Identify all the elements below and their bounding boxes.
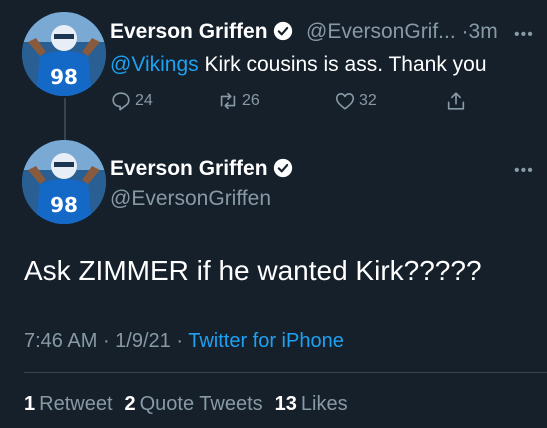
- retweet-icon: [220, 92, 236, 110]
- thread-line: [64, 98, 66, 142]
- timestamp-separator: ·: [461, 20, 469, 43]
- divider: [24, 372, 547, 373]
- main-author-handle[interactable]: @EversonGriffen: [110, 187, 271, 211]
- retweets-stat[interactable]: 1 Retweet: [24, 393, 113, 415]
- tweet-source-link[interactable]: Twitter for iPhone: [188, 330, 344, 352]
- tweet-meta: 7:46 AM · 1/9/21 · Twitter for iPhone: [24, 330, 344, 352]
- main-tweet-text: Ask ZIMMER if he wanted Kirk?????: [24, 255, 482, 286]
- main-author-name[interactable]: Everson Griffen: [110, 157, 293, 181]
- reply-tweet-text: @Vikings Kirk cousins is ass. Thank you: [110, 53, 487, 76]
- tweet-stats: 1 Retweet 2 Quote Tweets 13 Likes: [24, 393, 360, 416]
- reply-timestamp[interactable]: 3m: [469, 20, 498, 43]
- reply-icon: [112, 92, 130, 111]
- avatar[interactable]: 98: [22, 12, 106, 96]
- like-button[interactable]: 32: [334, 90, 377, 112]
- avatar-image: 98: [22, 12, 106, 96]
- avatar-image: 98: [22, 140, 106, 224]
- mention-link[interactable]: @Vikings: [110, 53, 199, 76]
- svg-text:98: 98: [50, 193, 78, 217]
- likes-stat[interactable]: 13 Likes: [275, 393, 348, 415]
- tweet-time[interactable]: 7:46 AM: [24, 330, 97, 352]
- verified-icon: [273, 158, 292, 178]
- more-icon[interactable]: •••: [514, 26, 534, 44]
- avatar[interactable]: 98: [22, 140, 106, 224]
- quote-tweets-stat[interactable]: 2 Quote Tweets: [125, 393, 263, 415]
- share-icon: [447, 92, 465, 110]
- reply-actions: 24 26 32: [110, 90, 470, 116]
- retweet-button[interactable]: 26: [217, 90, 260, 112]
- like-icon: [335, 93, 355, 110]
- reply-author-handle[interactable]: @EversonGrif... ·3m: [306, 20, 498, 44]
- tweet-date[interactable]: 1/9/21: [115, 330, 171, 352]
- verified-icon: [273, 21, 292, 41]
- more-icon[interactable]: •••: [514, 162, 534, 180]
- share-button[interactable]: [445, 90, 470, 112]
- svg-text:98: 98: [50, 65, 78, 89]
- reply-author-name[interactable]: Everson Griffen: [110, 20, 293, 44]
- reply-button[interactable]: 24: [110, 90, 153, 112]
